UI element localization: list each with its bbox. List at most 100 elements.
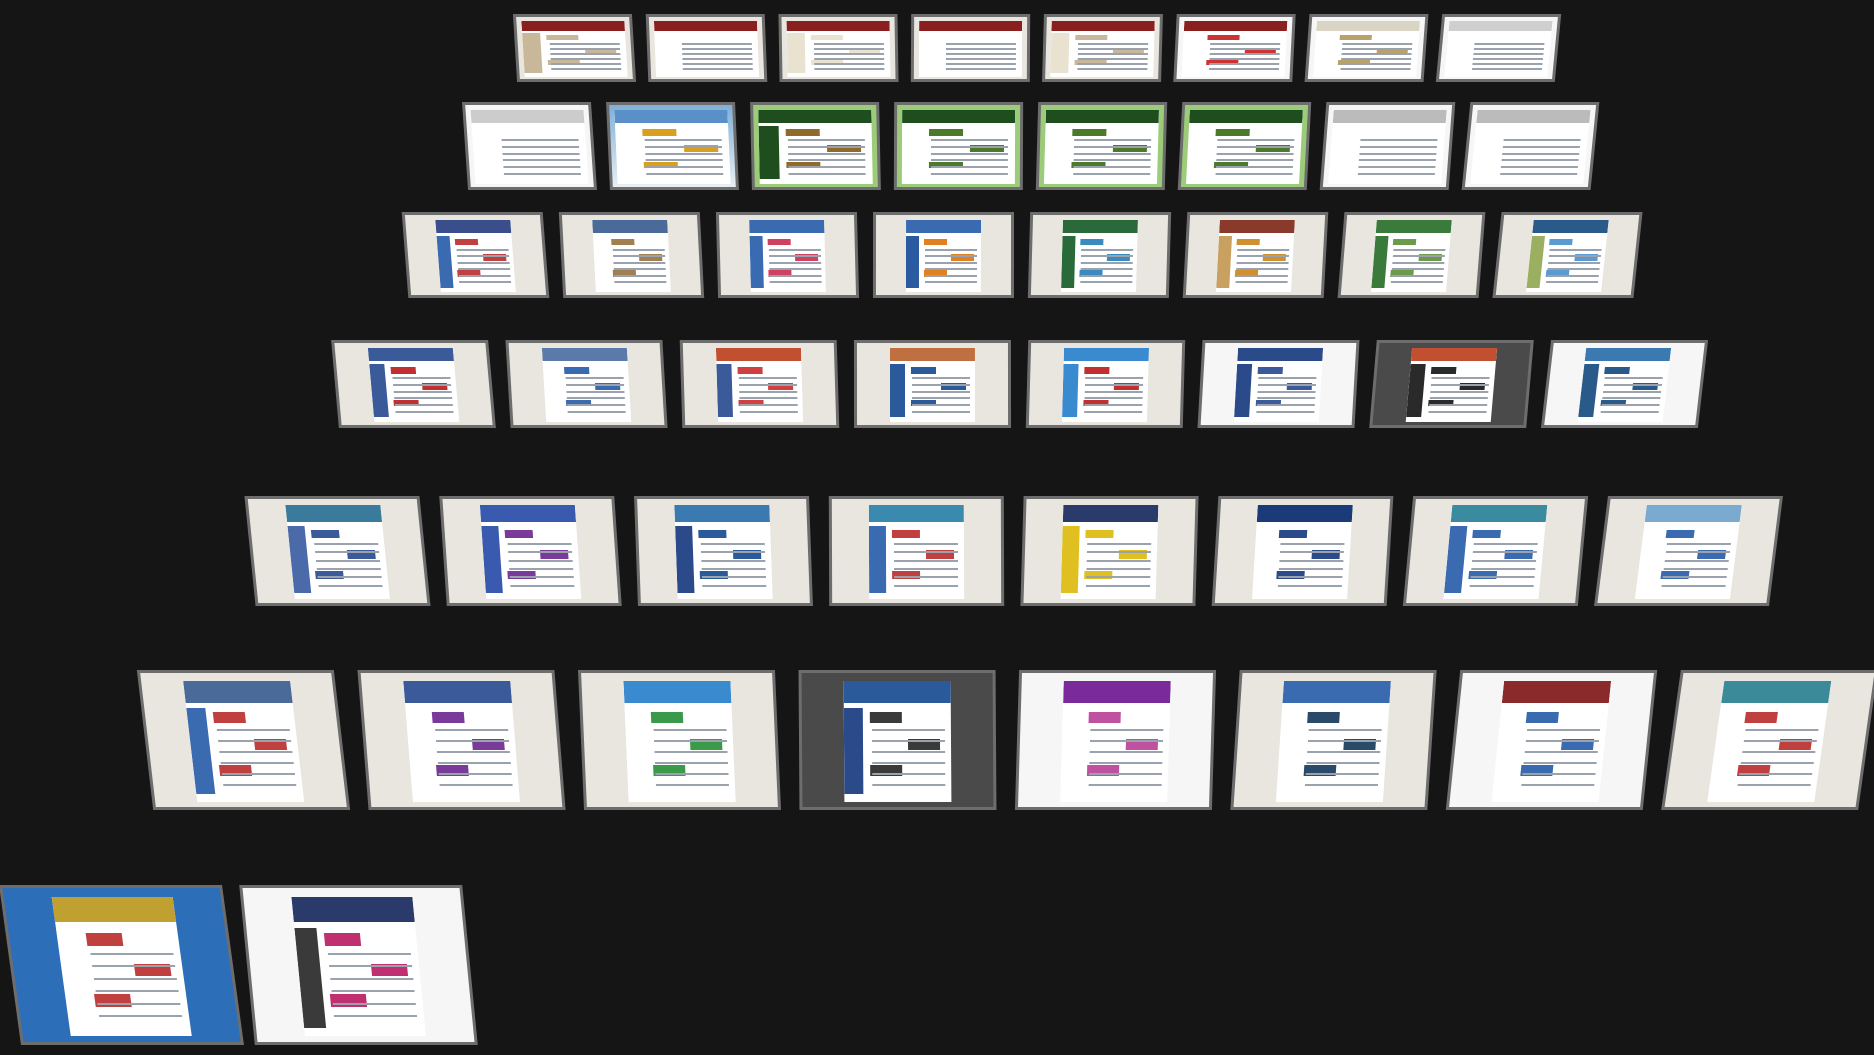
page-sidebar (1043, 126, 1066, 180)
page-text-line (871, 750, 945, 753)
page-banner (1448, 20, 1554, 31)
page-thumbnail-screen (404, 215, 547, 295)
page-text-line (769, 248, 821, 251)
page-thumbnail[interactable] (439, 496, 622, 606)
page-thumbnail[interactable] (1445, 670, 1658, 810)
page-thumbnail[interactable] (798, 670, 997, 810)
page-thumbnail[interactable] (512, 14, 637, 82)
page-thumbnail[interactable] (1337, 212, 1486, 298)
page-thumbnail-screen (875, 215, 1012, 295)
page-thumbnail[interactable] (1594, 496, 1783, 606)
page-text-line (458, 268, 510, 271)
page-thumbnail[interactable] (1025, 340, 1186, 428)
page-thumbnail[interactable] (715, 212, 860, 298)
page-thumbnail[interactable] (645, 14, 768, 82)
page-text-line (1547, 274, 1599, 277)
page-text-line (1217, 139, 1295, 142)
page-thumbnail[interactable] (828, 496, 1005, 606)
page-thumbnail[interactable] (1182, 212, 1329, 298)
page-thumbnail[interactable] (910, 14, 1031, 82)
page-text-line (220, 761, 294, 764)
page-text-line (682, 68, 754, 71)
page-thumbnail[interactable] (1230, 670, 1437, 810)
page-thumbnail-screen (2, 888, 241, 1042)
page-text-line (1473, 542, 1538, 545)
page-text-line (1745, 729, 1819, 732)
page-text-line (1085, 584, 1151, 587)
page-text-line (503, 159, 581, 162)
page-thumbnail[interactable] (136, 670, 351, 810)
page-sidebar (369, 364, 390, 418)
page-thumbnail[interactable] (558, 212, 705, 298)
page-thumbnail[interactable] (577, 670, 782, 810)
page-thumbnail[interactable] (1369, 340, 1534, 428)
page-text-line (1080, 274, 1133, 277)
page-text-line (1208, 68, 1280, 71)
page-thumbnail[interactable] (0, 885, 245, 1045)
page-image-block (929, 129, 964, 136)
page-thumbnail[interactable] (1211, 496, 1394, 606)
page-text-line (1279, 559, 1344, 562)
page-thumbnail[interactable] (244, 496, 431, 606)
page-thumbnail[interactable] (239, 885, 478, 1045)
page-thumbnail[interactable] (679, 340, 840, 428)
page-preview (1443, 20, 1554, 77)
page-thumbnail[interactable] (1540, 340, 1709, 428)
page-thumbnail[interactable] (1661, 670, 1874, 810)
page-text-line (1391, 274, 1444, 277)
page-thumbnail[interactable] (1492, 212, 1643, 298)
page-text-line (1471, 63, 1543, 66)
page-thumbnail[interactable] (872, 212, 1015, 298)
page-text-line (893, 559, 959, 562)
page-banner (623, 681, 732, 703)
page-text-line (97, 1002, 181, 1005)
page-thumbnail[interactable] (357, 670, 566, 810)
page-sidebar (890, 364, 906, 418)
page-thumbnail[interactable] (1035, 102, 1168, 190)
page-text-line (502, 152, 580, 155)
page-thumbnail[interactable] (505, 340, 668, 428)
page-thumbnail[interactable] (750, 102, 881, 190)
page-banner (890, 347, 975, 362)
page-thumbnail-screen (913, 17, 1028, 79)
page-preview (905, 219, 982, 292)
page-sidebar (186, 707, 216, 795)
page-image-block (1215, 129, 1250, 136)
page-text-line (1077, 53, 1149, 56)
page-sidebar (1049, 32, 1070, 74)
page-thumbnail[interactable] (1042, 14, 1163, 82)
page-thumbnail[interactable] (634, 496, 813, 606)
page-text-line (655, 783, 729, 786)
page-thumbnail[interactable] (893, 102, 1024, 190)
page-preview (748, 219, 827, 292)
page-thumbnail-screen (561, 215, 702, 295)
page-text-line (1237, 248, 1290, 251)
page-text-line (931, 166, 1009, 169)
page-thumbnail[interactable] (606, 102, 739, 190)
page-thumbnail[interactable] (1461, 102, 1600, 190)
page-text-line (945, 53, 1017, 56)
page-thumbnail[interactable] (331, 340, 496, 428)
page-thumbnail[interactable] (1020, 496, 1199, 606)
page-thumbnail[interactable] (1304, 14, 1429, 82)
page-preview (591, 219, 672, 292)
page-thumbnail[interactable] (1197, 340, 1360, 428)
page-text-line (1073, 166, 1151, 169)
page-thumbnail[interactable] (853, 340, 1012, 428)
page-text-line (1473, 43, 1545, 46)
page-thumbnail[interactable] (1173, 14, 1296, 82)
page-thumbnail[interactable] (1027, 212, 1172, 298)
page-thumbnail[interactable] (1014, 670, 1217, 810)
page-image-block (678, 35, 711, 41)
page-text-line (813, 68, 885, 71)
page-text-line (681, 43, 753, 46)
page-thumbnail[interactable] (1177, 102, 1312, 190)
page-thumbnail[interactable] (1319, 102, 1456, 190)
page-thumbnail[interactable] (401, 212, 550, 298)
page-thumbnail[interactable] (461, 102, 598, 190)
page-thumbnail[interactable] (778, 14, 899, 82)
page-thumbnail[interactable] (1402, 496, 1589, 606)
page-image-block (1744, 712, 1778, 724)
page-text-line (1074, 152, 1152, 155)
page-thumbnail[interactable] (1435, 14, 1562, 82)
